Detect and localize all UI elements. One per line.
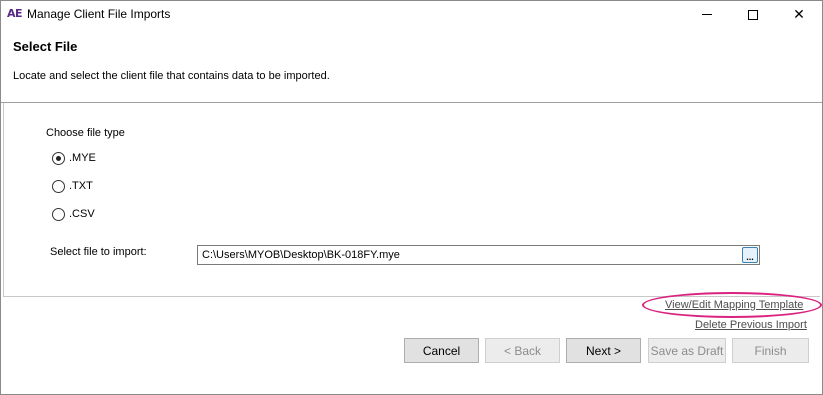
file-type-label: Choose file type	[46, 127, 125, 139]
dialog-window: AE Manage Client File Imports ✕ Select F…	[0, 0, 823, 395]
window-title: Manage Client File Imports	[27, 7, 171, 21]
file-select-label: Select file to import:	[50, 246, 147, 258]
maximize-icon	[748, 9, 758, 20]
maximize-button[interactable]	[730, 1, 776, 28]
save-as-draft-button[interactable]: Save as Draft	[648, 338, 726, 363]
browse-button[interactable]: ...	[742, 247, 758, 263]
radio-option-csv[interactable]: .CSV	[52, 206, 95, 222]
radio-option-mye[interactable]: .MYE	[52, 150, 96, 166]
radio-button-csv[interactable]	[52, 207, 65, 221]
radio-option-txt[interactable]: .TXT	[52, 178, 93, 194]
next-button[interactable]: Next >	[566, 338, 641, 363]
ellipsis-icon: ...	[746, 252, 754, 262]
page-description: Locate and select the client file that c…	[13, 70, 330, 82]
finish-button[interactable]: Finish	[732, 338, 809, 363]
minimize-button[interactable]	[684, 1, 730, 28]
title-bar: AE Manage Client File Imports ✕	[1, 1, 822, 28]
minimize-icon	[702, 14, 712, 15]
cancel-button[interactable]: Cancel	[404, 338, 479, 363]
radio-label-txt: .TXT	[69, 180, 93, 192]
file-path-input[interactable]	[197, 245, 760, 265]
page-title: Select File	[13, 39, 78, 54]
wizard-header: Select File Locate and select the client…	[1, 28, 822, 102]
view-edit-mapping-link[interactable]: View/Edit Mapping Template	[665, 299, 803, 311]
app-logo-icon: AE	[7, 7, 23, 20]
close-icon: ✕	[793, 6, 805, 22]
content-panel: Choose file type .MYE .TXT .CSV Select f…	[3, 103, 820, 297]
back-button[interactable]: < Back	[485, 338, 560, 363]
radio-button-txt[interactable]	[52, 179, 65, 193]
delete-previous-import-link[interactable]: Delete Previous Import	[695, 319, 807, 331]
radio-label-csv: .CSV	[69, 208, 95, 220]
close-button[interactable]: ✕	[776, 1, 822, 28]
radio-button-mye[interactable]	[52, 151, 65, 165]
radio-label-mye: .MYE	[69, 152, 96, 164]
